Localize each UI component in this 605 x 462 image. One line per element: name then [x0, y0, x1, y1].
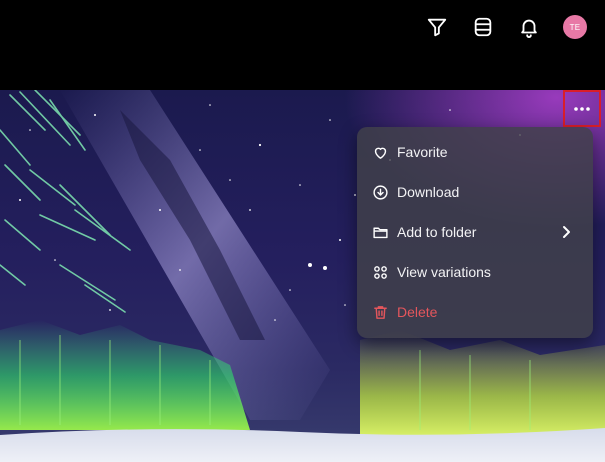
trash-icon — [371, 303, 389, 321]
bell-icon[interactable] — [515, 13, 543, 41]
chevron-right-icon — [563, 226, 570, 238]
menu-item-download[interactable]: Download — [357, 172, 593, 212]
menu-item-favorite[interactable]: Favorite — [357, 132, 593, 172]
more-options-button[interactable] — [563, 90, 601, 127]
folder-icon — [371, 223, 389, 241]
image-options-menu: Favorite Download Add to folder View var… — [357, 127, 593, 338]
grid-icon — [371, 263, 389, 281]
menu-item-label: Delete — [397, 304, 438, 320]
menu-item-delete[interactable]: Delete — [357, 292, 593, 332]
heart-icon — [371, 143, 389, 161]
menu-item-label: View variations — [397, 264, 491, 280]
filter-icon[interactable] — [423, 13, 451, 41]
download-icon — [371, 183, 389, 201]
more-horizontal-icon — [574, 106, 590, 111]
menu-item-add-to-folder[interactable]: Add to folder — [357, 212, 593, 252]
menu-item-label: Favorite — [397, 144, 448, 160]
top-bar: TE — [0, 0, 605, 90]
avatar[interactable]: TE — [563, 15, 587, 39]
menu-item-view-variations[interactable]: View variations — [357, 252, 593, 292]
database-icon[interactable] — [469, 13, 497, 41]
menu-item-label: Download — [397, 184, 460, 200]
menu-item-label: Add to folder — [397, 224, 477, 240]
